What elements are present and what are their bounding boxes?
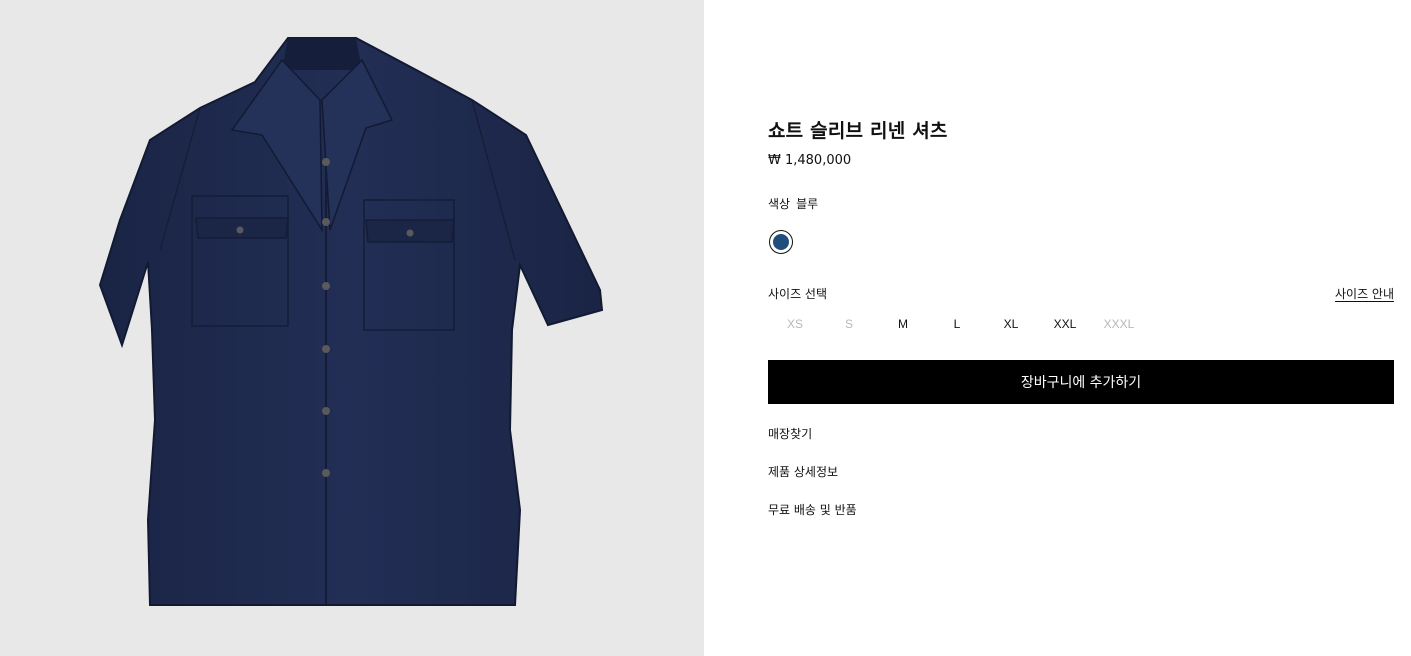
size-option-xxl[interactable]: XXL — [1038, 315, 1092, 333]
size-options: XS S M L XL XXL XXXL — [768, 315, 1146, 333]
product-price: ₩ 1,480,000 — [768, 153, 852, 168]
add-to-cart-button[interactable]: 장바구니에 추가하기 — [768, 360, 1394, 404]
size-option-xl[interactable]: XL — [984, 315, 1038, 333]
product-info-panel: 쇼트 슬리브 리넨 셔츠 ₩ 1,480,000 색상 블루 사이즈 선택 사이즈… — [768, 0, 1394, 656]
size-option-l[interactable]: L — [930, 315, 984, 333]
size-option-xxxl: XXXL — [1103, 317, 1135, 331]
product-title: 쇼트 슬리브 리넨 셔츠 — [768, 120, 948, 142]
color-row: 색상 블루 — [768, 195, 818, 212]
size-option-s: S — [844, 317, 853, 331]
color-label: 색상 — [768, 197, 791, 211]
color-swatch-blue[interactable] — [769, 230, 793, 254]
color-swatch-dot — [773, 234, 789, 250]
color-value: 블루 — [796, 197, 819, 211]
product-image — [98, 37, 604, 606]
size-option-m[interactable]: M — [876, 315, 930, 333]
size-select-label: 사이즈 선택 — [768, 287, 828, 301]
product-image-gallery[interactable] — [0, 0, 704, 656]
shipping-returns-link[interactable]: 무료 배송 및 반품 — [768, 501, 857, 518]
store-finder-link[interactable]: 매장찾기 — [768, 425, 812, 442]
size-guide-link[interactable]: 사이즈 안내 — [1335, 285, 1394, 302]
size-option-xs: XS — [786, 317, 803, 331]
product-details-link[interactable]: 제품 상세정보 — [768, 463, 838, 480]
